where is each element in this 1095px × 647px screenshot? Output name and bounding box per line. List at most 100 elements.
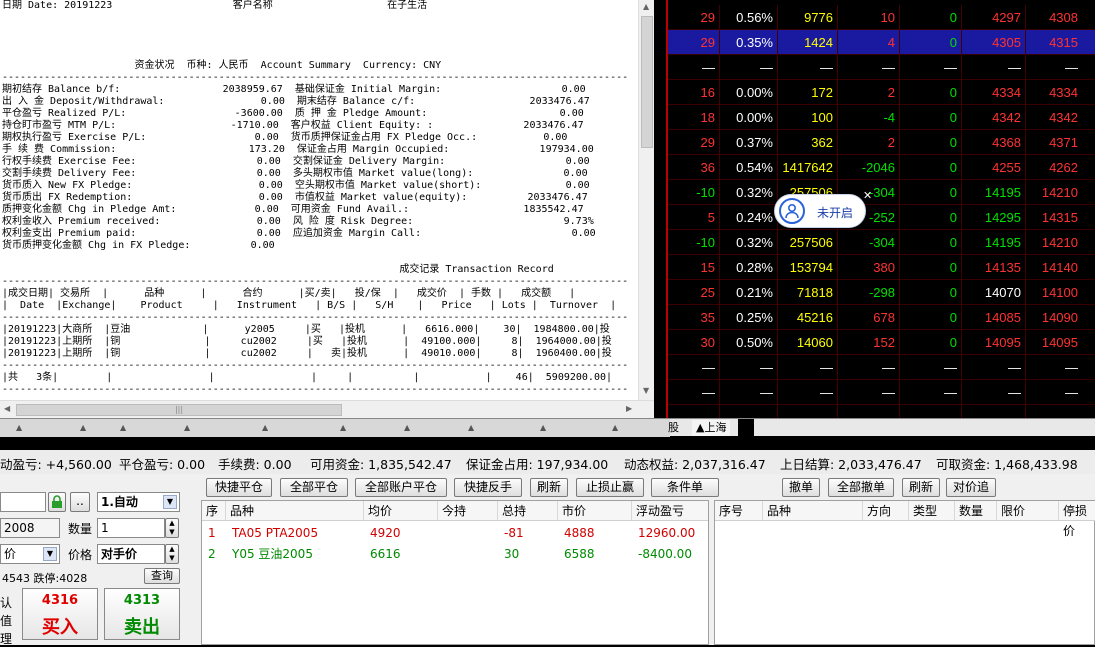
table-row[interactable]: 1 TA05 PTA2005 4920 -81 4888 12960.00 [202, 523, 708, 543]
cancel-all-button[interactable]: 全部撤单 [828, 478, 894, 497]
row-today [440, 544, 444, 564]
quote-row[interactable]: 18 0.00% 100 -4 0 4342 4342 [668, 105, 1095, 130]
col-header[interactable]: 限价 [997, 501, 1059, 521]
browse-button[interactable]: .. [70, 492, 90, 512]
quote-current-lots: 0 [900, 330, 962, 355]
chevron-down-icon: ▼ [43, 547, 57, 561]
side-label-2: 值 [0, 614, 13, 628]
quote-bid: 4305 [962, 30, 1026, 55]
conditional-order-button[interactable]: 条件单 [651, 478, 719, 497]
quote-bid: — [962, 355, 1026, 380]
quote-position-delta: 4 [838, 30, 900, 55]
lock-button[interactable] [48, 492, 66, 512]
quote-row[interactable]: 29 0.56% 9776 10 0 4297 4308 [668, 5, 1095, 30]
quote-row[interactable]: 36 0.54% 1417642 -2046 0 4255 4262 [668, 155, 1095, 180]
quote-ask: — [1065, 385, 1078, 400]
quote-row[interactable]: ——————— [668, 355, 1095, 380]
quick-close-button[interactable]: 快捷平仓 [206, 478, 272, 497]
price-input[interactable]: 对手价 [97, 544, 165, 564]
buy-label: 买入 [42, 617, 78, 638]
quote-change: 29 [668, 30, 720, 55]
quote-change-pct: 0.00% [720, 80, 778, 105]
quote-row[interactable]: 35 0.25% 45216 678 0 14085 14090 [668, 305, 1095, 330]
trading-panel: .. 1.自动 ▼ 2008 数量 1 ▲ ▼ 价 ▼ 价格 对手价 ▲ ▼ 454… [0, 474, 1095, 646]
row-total: 30 [504, 547, 520, 561]
buy-button[interactable]: 4316 买入 [22, 588, 98, 640]
quote-row[interactable]: ——————— [668, 380, 1095, 405]
col-header[interactable]: 序号 [715, 501, 763, 521]
col-header[interactable]: 类型 [909, 501, 955, 521]
col-header[interactable]: 品种 [763, 501, 863, 521]
side-label-3: 理 [0, 632, 13, 646]
close-all-button[interactable]: 全部平仓 [280, 478, 348, 497]
report-vertical-scrollbar[interactable]: ▲ ▼ [638, 0, 654, 400]
quote-change-pct: 0.25% [720, 305, 778, 330]
col-header[interactable]: 总持 [498, 501, 558, 521]
quote-row[interactable]: 29 0.35% 1424 4 0 4305 4315 [668, 30, 1095, 55]
col-header[interactable]: 市价 [558, 501, 632, 521]
col-header[interactable]: 数量 [955, 501, 997, 521]
quote-change-pct: 0.28% [720, 255, 778, 280]
prev-settlement: 上日结算: 2,033,476.47 [780, 457, 922, 472]
quote-row[interactable]: 25 0.21% 71818 -298 0 14070 14100 [668, 280, 1095, 305]
scroll-right-icon[interactable]: ▶ [626, 404, 632, 413]
quote-row[interactable]: 30 0.50% 14060 152 0 14095 14095 [668, 330, 1095, 355]
scroll-left-icon[interactable]: ◀ [4, 404, 10, 413]
quote-row[interactable]: ——————— [668, 55, 1095, 80]
buy-price: 4316 [41, 593, 79, 608]
side-label-1: 认 [0, 596, 13, 610]
price-chase-button[interactable]: 对价追 [946, 478, 996, 497]
tab-shanghai[interactable]: ▲上海 [692, 420, 731, 436]
scroll-down-icon[interactable]: ▼ [643, 386, 649, 395]
badge-close-icon[interactable]: ✕ [863, 189, 872, 202]
quote-row[interactable]: 16 0.00% 172 2 0 4334 4334 [668, 80, 1095, 105]
sell-label: 卖出 [124, 617, 160, 638]
assistant-badge[interactable]: 未开启 [774, 194, 866, 228]
quote-row[interactable]: 29 0.37% 362 2 0 4368 4371 [668, 130, 1095, 155]
quote-row[interactable]: -10 0.32% 257506 -304 0 14195 14210 [668, 180, 1095, 205]
col-header[interactable]: 序 [202, 501, 226, 521]
col-header[interactable]: 均价 [364, 501, 438, 521]
stop-loss-button[interactable]: 止损止赢 [576, 478, 644, 497]
query-button[interactable]: 查询 [144, 568, 180, 584]
quote-volume: — [778, 355, 838, 380]
tab-stock[interactable]: 股 [664, 420, 683, 436]
scroll-thumb[interactable] [641, 16, 653, 148]
lock-icon [52, 495, 62, 508]
price-stepper[interactable]: ▲ ▼ [165, 544, 179, 564]
quote-position-delta: 152 [838, 330, 900, 355]
quote-bid: 14095 [962, 330, 1026, 355]
quote-current-lots: 0 [900, 80, 962, 105]
dynamic-equity: 动态权益: 2,037,316.47 [624, 457, 766, 472]
scroll-up-icon[interactable]: ▲ [643, 2, 649, 11]
close-all-accounts-button[interactable]: 全部账户平仓 [355, 478, 447, 497]
quote-row[interactable]: -10 0.32% 257506 -304 0 14195 14210 [668, 230, 1095, 255]
quote-position-delta: 678 [838, 305, 900, 330]
row-name: TA05 PTA2005 [232, 526, 319, 540]
contract-input[interactable] [0, 492, 46, 512]
price-type-select[interactable]: 价 ▼ [0, 544, 60, 564]
qty-input[interactable]: 1 [97, 518, 165, 538]
report-horizontal-scrollbar[interactable]: ◀ ||| ▶ [0, 400, 654, 418]
col-header[interactable]: 品种 [226, 501, 364, 521]
table-row[interactable]: 2 Y05 豆油2005 6616 30 6588 -8400.00 [202, 544, 708, 564]
refresh-orders-button[interactable]: 刷新 [902, 478, 940, 497]
quote-volume: 153794 [778, 255, 838, 280]
quote-row[interactable]: 5 0.24% -252 0 14295 14315 [668, 205, 1095, 230]
auto-mode-select[interactable]: 1.自动 ▼ [97, 492, 180, 512]
quote-bid: 4368 [962, 130, 1026, 155]
col-header[interactable]: 停损价 [1059, 501, 1095, 538]
quick-reverse-button[interactable]: 快捷反手 [454, 478, 522, 497]
sheet-tab-bar: ▲ ▲ ▲ ▲ ▲ ▲ ▲ ▲ ▲ ▲ 股 ▲上海 [0, 418, 1095, 437]
sell-button[interactable]: 4313 卖出 [104, 588, 180, 640]
quote-current-lots: 0 [900, 105, 962, 130]
cancel-order-button[interactable]: 撤单 [782, 478, 820, 497]
col-header[interactable]: 今持 [438, 501, 498, 521]
col-header[interactable]: 方向 [863, 501, 909, 521]
quote-row[interactable]: 15 0.28% 153794 380 0 14135 14140 [668, 255, 1095, 280]
quote-volume: 9776 [778, 5, 838, 30]
hscroll-thumb[interactable]: ||| [16, 404, 342, 416]
qty-stepper[interactable]: ▲ ▼ [165, 518, 179, 538]
col-header[interactable]: 浮动盈亏 [632, 501, 708, 521]
refresh-button[interactable]: 刷新 [530, 478, 568, 497]
